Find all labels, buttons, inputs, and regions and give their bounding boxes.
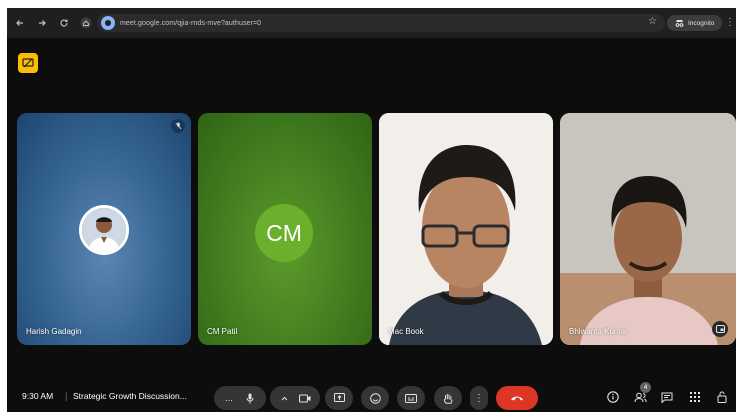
participant-tile[interactable]: Harish Gadagin (17, 113, 191, 345)
browser-toolbar: meet.google.com/qjia-rnds-mve?authuser=0… (7, 8, 736, 38)
camera-control-group (270, 386, 320, 410)
more-options-icon[interactable]: ⋮ (470, 386, 488, 410)
participant-name: Harish Gadagin (26, 327, 82, 336)
participant-photo-avatar (79, 205, 129, 255)
toolbar-separator: | (65, 391, 68, 401)
participant-video (379, 113, 553, 345)
participant-tile[interactable]: Bhiwanta Kumar (560, 113, 736, 345)
host-controls-lock-icon[interactable] (714, 389, 730, 405)
meet-control-bar: 9:30 AM | Strategic Growth Discussion...… (7, 380, 736, 412)
mic-control-group: ... (214, 386, 266, 410)
emoji-reaction-icon[interactable] (361, 386, 389, 410)
back-icon[interactable] (9, 12, 31, 34)
current-time: 9:30 AM (22, 391, 54, 401)
participant-video (560, 113, 736, 345)
camera-icon[interactable] (294, 393, 316, 403)
incognito-label: Incognito (688, 19, 715, 27)
participant-tile-active-speaker[interactable]: Mac Book (379, 113, 553, 345)
incognito-icon (675, 20, 684, 27)
browser-window: meet.google.com/qjia-rnds-mve?authuser=0… (7, 8, 736, 412)
participant-name: Bhiwanta Kumar (569, 327, 628, 336)
end-call-button[interactable] (496, 386, 538, 410)
participant-name: Mac Book (388, 327, 424, 336)
meeting-details-icon[interactable] (605, 389, 621, 405)
chat-icon[interactable] (659, 389, 675, 405)
microphone-icon[interactable] (239, 393, 261, 404)
incognito-badge[interactable]: Incognito (667, 15, 723, 31)
forward-icon[interactable] (31, 12, 53, 34)
meeting-title: Strategic Growth Discussion... (73, 391, 187, 401)
presentation-badge-icon[interactable] (18, 53, 38, 73)
bookmark-star-icon[interactable]: ☆ (648, 16, 657, 27)
video-options-chevron-icon[interactable] (274, 396, 294, 401)
muted-mic-icon (171, 119, 185, 133)
site-info-icon[interactable] (101, 16, 115, 30)
pin-tile-icon[interactable] (712, 321, 728, 337)
participant-name: CM Patil (207, 327, 238, 336)
present-screen-icon[interactable] (325, 386, 353, 410)
home-icon[interactable] (75, 12, 97, 34)
participant-initials-avatar: CM (255, 204, 313, 262)
participant-tile[interactable]: CM CM Patil (198, 113, 372, 345)
audio-options-button[interactable]: ... (219, 393, 239, 403)
url-text: meet.google.com/qjia-rnds-mve?authuser=0 (120, 19, 262, 27)
raise-hand-icon[interactable] (434, 386, 462, 410)
address-bar[interactable]: meet.google.com/qjia-rnds-mve?authuser=0… (97, 14, 665, 32)
activities-grid-icon[interactable] (687, 389, 703, 405)
captions-icon[interactable] (397, 386, 425, 410)
reload-icon[interactable] (53, 12, 75, 34)
people-icon[interactable] (632, 389, 648, 405)
menu-icon[interactable]: ⋮ (725, 17, 735, 28)
